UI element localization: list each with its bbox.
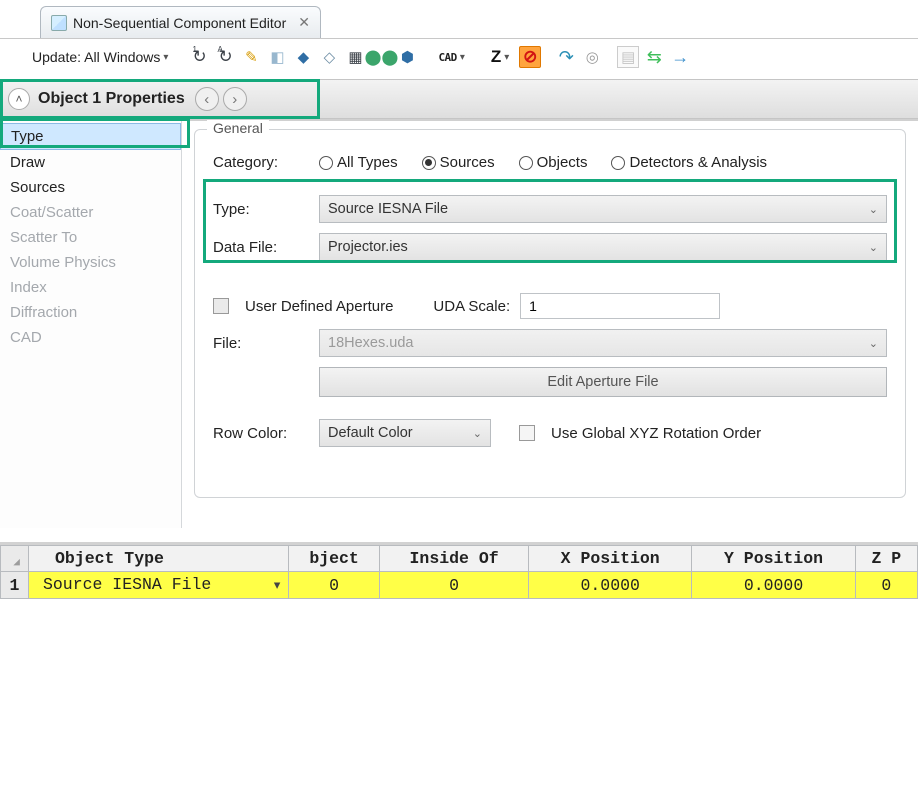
rowcolor-label: Row Color: [213, 425, 309, 442]
type-dropdown[interactable]: Source IESNA File ⌄ [319, 195, 887, 223]
general-group-title: General [207, 120, 269, 136]
col-x-position[interactable]: X Position [529, 546, 692, 572]
uda-scale-input[interactable] [520, 293, 720, 319]
uda-label: User Defined Aperture [245, 298, 393, 315]
edit-aperture-button[interactable]: Edit Aperture File [319, 367, 887, 397]
object-grid-wrap: Object Type bject Inside Of X Position Y… [0, 542, 918, 599]
global-rotation-checkbox[interactable] [519, 425, 535, 441]
category-sources[interactable]: Sources [422, 154, 495, 171]
update-dropdown[interactable]: Update: All Windows ▾ [26, 47, 174, 67]
cube-outline-icon[interactable]: ◧ [266, 46, 288, 68]
type-label: Type: [213, 201, 309, 218]
chevron-down-icon: ⌄ [473, 427, 482, 440]
type-datafile-block: Type: Source IESNA File ⌄ Data File: Pro… [213, 181, 887, 275]
sidebar-item-index[interactable]: Index [0, 275, 181, 300]
datafile-value: Projector.ies [328, 239, 408, 255]
swap-icon[interactable]: ⇆ [643, 46, 665, 68]
grid-corner[interactable] [1, 546, 29, 572]
col-object-type[interactable]: Object Type [29, 546, 289, 572]
uda-scale-label: UDA Scale: [433, 298, 510, 315]
link-icon[interactable]: ⬤⬤ [370, 46, 392, 68]
table-row[interactable]: 1 Source IESNA File ▾ 0 0 0.0000 0.0000 … [1, 572, 918, 599]
tab-bar: Non-Sequential Component Editor ✕ [0, 0, 918, 39]
next-object-button[interactable]: › [223, 87, 247, 111]
no-entry-icon[interactable]: ⊘ [519, 46, 541, 68]
cell-ypos[interactable]: 0.0000 [692, 572, 855, 599]
cell-zpos[interactable]: 0 [855, 572, 917, 599]
cad-dropdown[interactable]: CAD ▾ [432, 49, 470, 66]
collapse-toggle[interactable]: ˄ [8, 88, 30, 110]
editor-tab-title: Non-Sequential Component Editor [73, 15, 286, 31]
update-label: Update: All Windows [32, 49, 160, 65]
uda-checkbox[interactable] [213, 298, 229, 314]
toggle-icon[interactable]: ◎ [581, 46, 603, 68]
col-bject[interactable]: bject [289, 546, 380, 572]
chevron-down-icon: ⌄ [869, 203, 878, 216]
general-group: General Category: All Types Sources Obje… [194, 129, 906, 498]
body: Type Draw Sources Coat/Scatter Scatter T… [0, 119, 918, 528]
sidebar-item-sources[interactable]: Sources [0, 175, 181, 200]
col-inside-of[interactable]: Inside Of [380, 546, 529, 572]
chevron-down-icon: ⌄ [869, 241, 878, 254]
caret-down-icon: ▾ [163, 52, 168, 63]
sheet-icon[interactable]: ▤ [617, 46, 639, 68]
editor-tab[interactable]: Non-Sequential Component Editor ✕ [40, 6, 321, 38]
sidebar-item-volume-physics[interactable]: Volume Physics [0, 250, 181, 275]
cell-object-type[interactable]: Source IESNA File ▾ [29, 572, 289, 599]
cube-solid-icon[interactable]: ◆ [292, 46, 314, 68]
sidebar-item-diffraction[interactable]: Diffraction [0, 300, 181, 325]
rowcolor-value: Default Color [328, 425, 413, 441]
close-tab-icon[interactable]: ✕ [298, 14, 310, 31]
properties-header: ˄ Object 1 Properties ‹ › [0, 79, 918, 119]
file-dropdown: 18Hexes.uda ⌄ [319, 329, 887, 357]
category-row: Category: All Types Sources Objects Dete… [213, 154, 887, 171]
category-all-types[interactable]: All Types [319, 154, 398, 171]
object-grid[interactable]: Object Type bject Inside Of X Position Y… [0, 545, 918, 599]
hex-icon[interactable]: ⬢ [396, 46, 418, 68]
sidebar-item-scatter-to[interactable]: Scatter To [0, 225, 181, 250]
category-label: Category: [213, 154, 309, 171]
datafile-label: Data File: [213, 239, 309, 256]
cell-bject[interactable]: 0 [289, 572, 380, 599]
file-label: File: [213, 335, 309, 352]
col-z-position[interactable]: Z P [855, 546, 917, 572]
category-objects[interactable]: Objects [519, 154, 588, 171]
sidebar-item-cad[interactable]: CAD [0, 325, 181, 350]
type-value: Source IESNA File [328, 201, 448, 217]
z-label: Z [491, 47, 501, 67]
caret-down-icon: ▾ [504, 52, 509, 63]
datafile-dropdown[interactable]: Projector.ies ⌄ [319, 233, 887, 261]
file-value: 18Hexes.uda [328, 335, 413, 351]
properties-title: Object 1 Properties [38, 90, 191, 108]
rowcolor-dropdown[interactable]: Default Color ⌄ [319, 419, 491, 447]
refresh-all-icon[interactable] [214, 46, 236, 68]
cube-wire-icon[interactable]: ◇ [318, 46, 340, 68]
sidebar-item-type[interactable]: Type [0, 123, 181, 150]
chevron-down-icon: ⌄ [869, 337, 878, 350]
toolbar: Update: All Windows ▾ ✎ ◧ ◆ ◇ ▦ ⬤⬤ ⬢ CAD… [0, 39, 918, 79]
edit-icon[interactable]: ✎ [240, 46, 262, 68]
content-panel: General Category: All Types Sources Obje… [182, 121, 918, 528]
sidebar-item-coat-scatter[interactable]: Coat/Scatter [0, 200, 181, 225]
row-number[interactable]: 1 [1, 572, 29, 599]
z-dropdown[interactable]: Z ▾ [485, 45, 515, 69]
sidebar-item-draw[interactable]: Draw [0, 150, 181, 175]
refresh-current-icon[interactable] [188, 46, 210, 68]
cell-inside[interactable]: 0 [380, 572, 529, 599]
cell-xpos[interactable]: 0.0000 [529, 572, 692, 599]
properties-sidebar: Type Draw Sources Coat/Scatter Scatter T… [0, 121, 182, 528]
redo-icon[interactable]: ↷ [555, 46, 577, 68]
global-rotation-label: Use Global XYZ Rotation Order [551, 425, 761, 442]
grid-icon[interactable]: ▦ [344, 46, 366, 68]
caret-down-icon: ▾ [460, 52, 465, 63]
editor-tab-icon [51, 15, 67, 31]
chevron-down-icon: ▾ [272, 575, 282, 595]
prev-object-button[interactable]: ‹ [195, 87, 219, 111]
cad-label: CAD [438, 51, 456, 64]
arrow-right-icon[interactable]: → [669, 46, 691, 68]
col-y-position[interactable]: Y Position [692, 546, 855, 572]
category-detectors[interactable]: Detectors & Analysis [611, 154, 767, 171]
